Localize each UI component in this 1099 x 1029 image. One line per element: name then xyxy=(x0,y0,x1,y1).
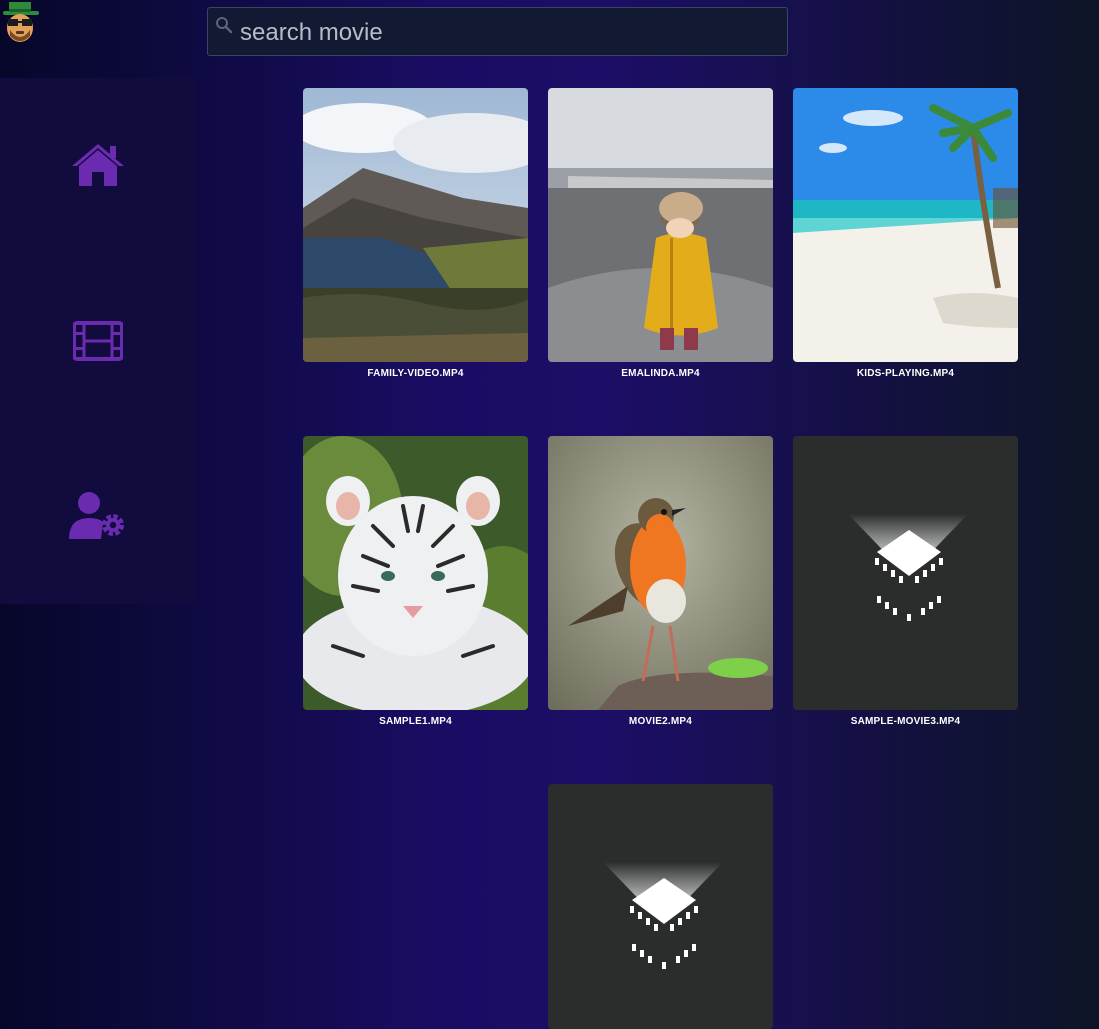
movie-card[interactable]: SAMPLE-MOVIE3.MP4 xyxy=(793,436,1018,727)
search-bar xyxy=(207,7,788,57)
movie-title: SAMPLE1.MP4 xyxy=(379,716,452,727)
sidebar-item-user-settings[interactable] xyxy=(67,491,129,541)
movie-thumbnail[interactable] xyxy=(793,436,1018,710)
movie-title: KIDS-PLAYING.MP4 xyxy=(856,368,955,379)
home-icon xyxy=(72,144,124,186)
movie-thumbnail[interactable] xyxy=(548,88,773,362)
sidebar-item-home[interactable] xyxy=(70,142,126,188)
sidebar-item-movies[interactable] xyxy=(73,321,123,361)
user-gear-icon xyxy=(69,492,124,539)
movie-card[interactable]: SAMPLE1.MP4 xyxy=(303,436,528,727)
movie-thumbnail[interactable] xyxy=(548,784,773,1029)
movie-card[interactable]: KIDS-PLAYING.MP4 xyxy=(793,88,1018,379)
video-placeholder-icon xyxy=(848,514,968,621)
movie-title: FAMILY-VIDEO.MP4 xyxy=(367,368,464,379)
movie-thumbnail[interactable] xyxy=(303,88,528,362)
movie-thumbnail[interactable] xyxy=(793,88,1018,362)
movie-card[interactable]: FAMILY-VIDEO.MP4 xyxy=(303,88,528,379)
search-input[interactable] xyxy=(238,8,782,57)
movie-thumbnail[interactable] xyxy=(548,436,773,710)
avatar-logo[interactable] xyxy=(0,0,44,44)
movie-card[interactable]: EMALINDA.MP4 xyxy=(548,88,773,379)
film-icon xyxy=(73,321,123,361)
movie-title: EMALINDA.MP4 xyxy=(621,368,700,379)
movie-card[interactable]: MOVIE2.MP4 xyxy=(548,436,773,727)
movie-title: SAMPLE-MOVIE3.MP4 xyxy=(850,716,961,727)
video-placeholder-icon xyxy=(603,862,723,969)
sidebar xyxy=(0,78,196,604)
movie-card[interactable] xyxy=(548,784,773,1029)
heisenberg-avatar-icon xyxy=(3,2,39,42)
search-icon xyxy=(216,17,233,34)
movie-thumbnail[interactable] xyxy=(303,436,528,710)
movie-title: MOVIE2.MP4 xyxy=(628,716,693,727)
